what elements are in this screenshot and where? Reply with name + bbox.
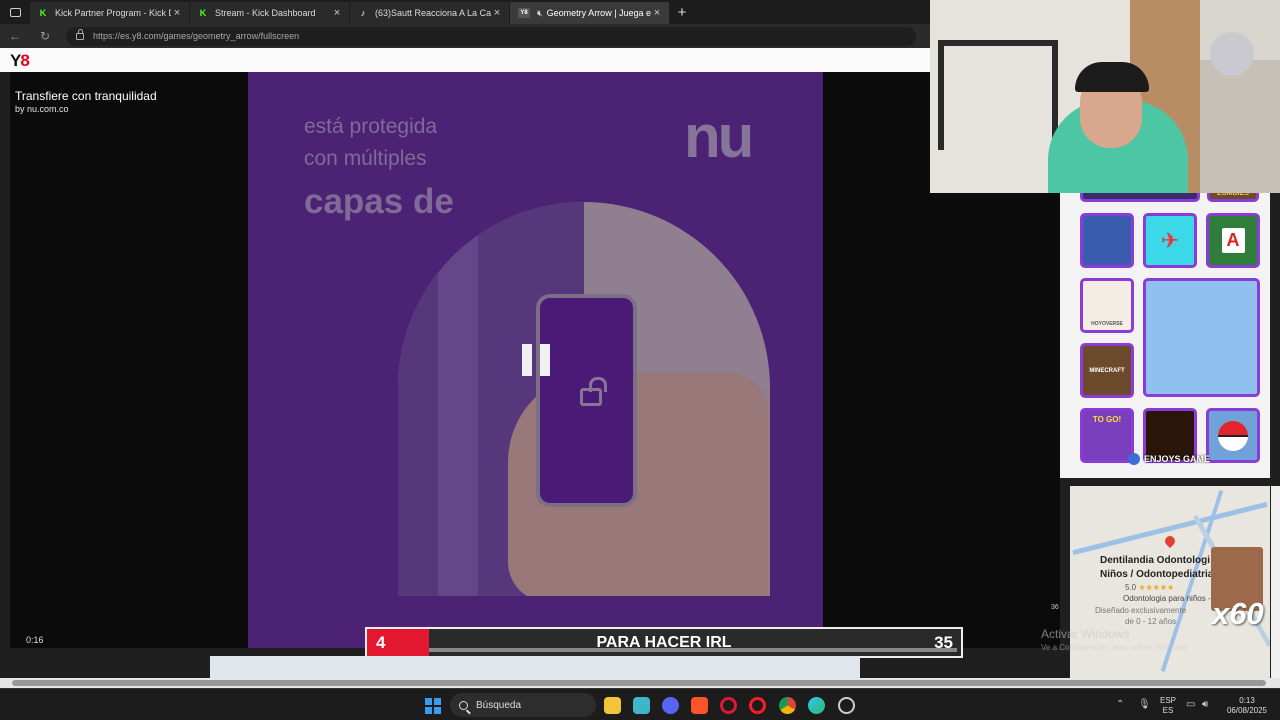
game-thumb-shooter[interactable] bbox=[1080, 213, 1134, 268]
taskbar-clock[interactable]: 0:13 06/08/2025 bbox=[1222, 696, 1272, 716]
tab-title: (63)Sautt Reacciona A La Cancion bbox=[375, 8, 491, 18]
close-icon[interactable]: × bbox=[651, 7, 663, 19]
tab-kick-partner[interactable]: K Kick Partner Program - Kick Dash × bbox=[30, 2, 190, 24]
tab-tiktok[interactable]: ♪ (63)Sautt Reacciona A La Cancion × bbox=[350, 2, 510, 24]
brave-icon[interactable] bbox=[691, 697, 708, 714]
address-bar: ← ↻ https://es.y8.com/games/geometry_arr… bbox=[0, 24, 930, 48]
browser-tab-bar: K Kick Partner Program - Kick Dash × K S… bbox=[0, 0, 930, 24]
lock-icon bbox=[76, 28, 84, 40]
url-field[interactable]: https://es.y8.com/games/geometry_arrow/f… bbox=[66, 26, 916, 46]
bunk-bed bbox=[938, 40, 1058, 150]
site-header: Y8 bbox=[0, 48, 930, 72]
gamepad-icon bbox=[1128, 453, 1140, 465]
tab-title: Stream - Kick Dashboard bbox=[215, 8, 316, 18]
tab-title: Kick Partner Program - Kick Dash bbox=[55, 8, 171, 18]
windows-start-icon[interactable] bbox=[425, 698, 441, 714]
network-icon[interactable]: ▭ bbox=[1186, 699, 1195, 710]
irl-goal-label: PARA HACER IRL bbox=[596, 634, 732, 651]
close-icon[interactable]: × bbox=[491, 7, 503, 19]
cursor-label: 36 bbox=[1051, 604, 1059, 611]
webcam-overlay bbox=[930, 0, 1280, 193]
window-menu-icon[interactable] bbox=[0, 0, 30, 24]
game-thumb-minecraft[interactable]: MINECRAFT bbox=[1080, 343, 1134, 398]
game-thumb-hoyoverse[interactable]: HOYOVERSE bbox=[1080, 278, 1134, 333]
kick-icon: K bbox=[39, 8, 47, 18]
tab-geometry-arrow[interactable]: Y8 🔇︎ Geometry Arrow | Juega en × bbox=[510, 2, 670, 24]
windows-taskbar: Búsqueda ⌃ 🎙︎ ESP ES ▭ 🔊︎ 0:13 06/08/2025 bbox=[0, 688, 1280, 720]
screen: K Kick Partner Program - Kick Dash × K S… bbox=[0, 0, 1280, 720]
map-pin-icon bbox=[1162, 533, 1178, 549]
ad-title[interactable]: Transfiere con tranquilidad bbox=[15, 89, 157, 103]
pause-icon[interactable] bbox=[522, 344, 550, 376]
taskbar-search[interactable]: Búsqueda bbox=[450, 693, 596, 717]
back-arrow-icon[interactable]: ← bbox=[0, 29, 30, 43]
game-thumb-rifle[interactable]: ✈︎ bbox=[1143, 213, 1197, 268]
search-placeholder: Búsqueda bbox=[476, 699, 522, 711]
enjoys-game-logo[interactable]: ENJOYS GAME bbox=[1128, 453, 1210, 465]
ad-advertiser[interactable]: by nu.com.co bbox=[15, 104, 69, 114]
ad-video-player[interactable]: está protegida con múltiples capas de nu… bbox=[10, 72, 1060, 648]
y8-logo[interactable]: Y8 bbox=[10, 51, 30, 71]
activate-windows-title: Activar Windows bbox=[1041, 627, 1130, 641]
horizontal-scrollbar[interactable] bbox=[0, 678, 1280, 688]
y8-icon: Y8 bbox=[518, 8, 530, 18]
irl-goal-bar: 4 PARA HACER IRL 35 bbox=[365, 627, 963, 658]
business-rating: 5.0 ★★★★★ bbox=[1125, 583, 1175, 592]
game-thumb-papas-togo[interactable]: TO GO! bbox=[1080, 408, 1134, 463]
page-map-strip bbox=[210, 656, 860, 678]
star-rating-icon: ★★★★★ bbox=[1138, 583, 1175, 592]
kick-icon: K bbox=[199, 8, 207, 18]
business-name[interactable]: Dentilandia Odontologi Niños / Odontopedi… bbox=[1100, 554, 1213, 582]
tab-title: Geometry Arrow | Juega en bbox=[546, 8, 651, 18]
chrome-icon[interactable] bbox=[779, 697, 796, 714]
chevron-up-icon[interactable]: ⌃ bbox=[1116, 699, 1124, 710]
balloon bbox=[1210, 32, 1254, 76]
opera-gx-icon[interactable] bbox=[720, 697, 737, 714]
tab-kick-stream[interactable]: K Stream - Kick Dashboard × bbox=[190, 2, 350, 24]
discord-icon[interactable] bbox=[662, 697, 679, 714]
multiplier-badge: x60 bbox=[1212, 596, 1264, 631]
activate-windows-subtitle: Ve a Configuración para activar Windows bbox=[1041, 643, 1188, 652]
game-thumb-pokeball[interactable] bbox=[1206, 408, 1260, 463]
muted-speaker-icon[interactable]: 🔇︎ bbox=[537, 8, 543, 19]
microphone-icon[interactable]: 🎙︎ bbox=[1138, 699, 1151, 710]
language-indicator[interactable]: ESP ES bbox=[1158, 696, 1178, 716]
scrollbar-thumb[interactable] bbox=[12, 680, 1266, 686]
business-subtitle: Diseñado exclusivamente de 0 - 12 años bbox=[1095, 606, 1187, 626]
pokeball-icon bbox=[1218, 420, 1248, 451]
close-icon[interactable]: × bbox=[171, 7, 183, 19]
file-explorer-icon[interactable] bbox=[604, 697, 621, 714]
new-tab-button[interactable]: + bbox=[670, 4, 694, 21]
edge-icon[interactable] bbox=[808, 697, 825, 714]
sidebar-scrollbar[interactable] bbox=[1271, 486, 1280, 678]
obs-icon[interactable] bbox=[838, 697, 855, 714]
reload-icon[interactable]: ↻ bbox=[30, 29, 60, 43]
volume-icon[interactable]: 🔊︎ bbox=[1202, 699, 1208, 710]
game-thumb-human-fall-flat[interactable] bbox=[1143, 278, 1260, 397]
irl-goal-target: 35 bbox=[934, 633, 953, 652]
streamer-cap bbox=[1075, 62, 1149, 92]
search-icon bbox=[459, 700, 468, 710]
shelf bbox=[1200, 60, 1280, 193]
tiktok-icon: ♪ bbox=[360, 8, 366, 18]
ad-time: 0:16 bbox=[26, 635, 44, 645]
ad-creative: está protegida con múltiples capas de nu bbox=[248, 72, 823, 648]
url-text: https://es.y8.com/games/geometry_arrow/f… bbox=[93, 31, 300, 41]
game-thumb-solitaire[interactable]: A bbox=[1206, 213, 1260, 268]
opera-icon[interactable] bbox=[749, 697, 766, 714]
capcut-icon[interactable] bbox=[633, 697, 650, 714]
close-icon[interactable]: × bbox=[331, 7, 343, 19]
